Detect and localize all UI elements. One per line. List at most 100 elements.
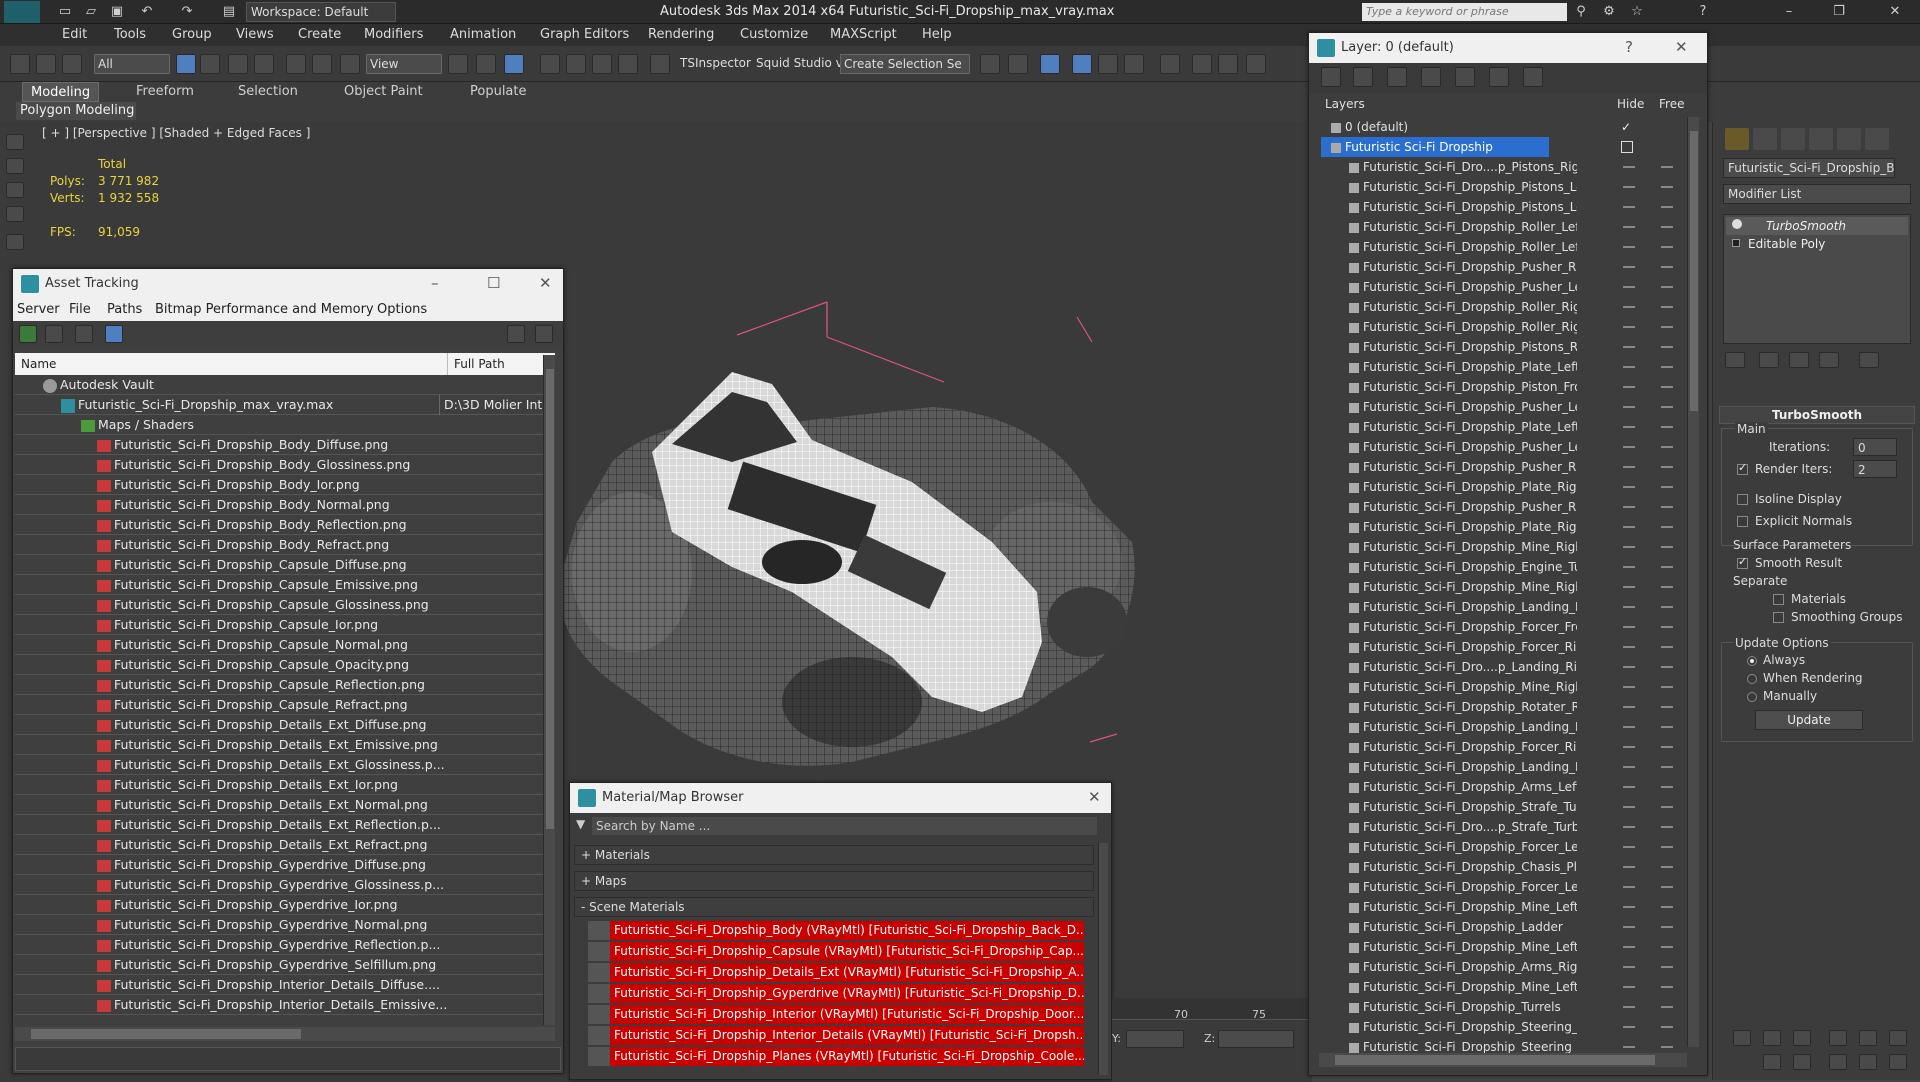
material-browser-scrollbar[interactable] — [1098, 843, 1108, 1075]
column-free[interactable]: Free — [1659, 97, 1684, 117]
close-icon[interactable]: ✕ — [1886, 3, 1904, 21]
layer-object-item[interactable]: Futuristic_Sci-Fi_Dro....p_Landing_Righ — [1321, 657, 1685, 677]
pivot-center-icon[interactable] — [448, 54, 468, 74]
pan-icon[interactable] — [1829, 1054, 1847, 1070]
layer-object-item[interactable]: Futuristic_Sci-Fi_Dropship_Roller_Left — [1321, 217, 1685, 237]
polygon-modeling-panel[interactable]: Polygon Modeling — [16, 102, 136, 120]
asset-list-scrollbar[interactable] — [543, 355, 555, 1025]
hide-toggle[interactable] — [1623, 726, 1635, 728]
move-icon[interactable] — [286, 54, 306, 74]
material-search-input[interactable]: Search by Name ... — [592, 817, 1097, 835]
freeze-toggle[interactable] — [1661, 646, 1673, 648]
menu-views[interactable]: Views — [236, 27, 274, 42]
hide-toggle[interactable] — [1623, 1006, 1635, 1008]
layer-object-item[interactable]: Futuristic_Sci-Fi_Dropship_Forcer_Lef — [1321, 877, 1685, 897]
freeze-toggle[interactable] — [1661, 206, 1673, 208]
freeze-toggle[interactable] — [1661, 506, 1673, 508]
hide-toggle[interactable] — [1623, 526, 1635, 528]
hide-toggle[interactable] — [1623, 406, 1635, 408]
section-materials[interactable]: + Materials — [574, 845, 1094, 865]
hide-toggle[interactable] — [1623, 766, 1635, 768]
list-item[interactable]: Futuristic_Sci-Fi_Dropship_Body_Refract.… — [15, 535, 543, 555]
refresh-icon[interactable] — [19, 325, 37, 343]
snaps-toggle-icon[interactable] — [540, 54, 560, 74]
freeze-toggle[interactable] — [1661, 746, 1673, 748]
named-selection-dropdown[interactable]: Create Selection Se — [840, 54, 970, 74]
freeze-toggle[interactable] — [1661, 1026, 1673, 1028]
list-item[interactable]: Futuristic_Sci-Fi_Dropship_Capsule_Opaci… — [15, 655, 543, 675]
schematic-view-icon[interactable] — [1124, 54, 1144, 74]
search-input[interactable]: Type a keyword or phrase — [1362, 3, 1567, 21]
hide-toggle[interactable] — [1623, 986, 1635, 988]
list-item[interactable]: Futuristic_Sci-Fi_Dropship_Gyperdrive_Se… — [15, 955, 543, 975]
spinner-snap-icon[interactable] — [618, 54, 638, 74]
separate-smoothing-checkbox[interactable] — [1773, 612, 1784, 623]
layer-manager-titlebar[interactable]: Layer: 0 (default) ? ✕ — [1309, 33, 1707, 63]
list-item[interactable]: Futuristic_Sci-Fi_Dropship_Details_Ext_I… — [15, 775, 543, 795]
freeze-toggle[interactable] — [1661, 786, 1673, 788]
freeze-toggle[interactable] — [1661, 866, 1673, 868]
thumbnail-view-icon[interactable] — [75, 325, 93, 343]
rendered-frame-icon[interactable] — [1218, 54, 1238, 74]
render-production-icon[interactable] — [1246, 54, 1266, 74]
column-full-path[interactable]: Full Path — [447, 353, 505, 375]
unlink-icon[interactable] — [36, 54, 56, 74]
add-to-layer-icon[interactable] — [1387, 67, 1407, 87]
material-item[interactable]: Futuristic_Sci-Fi_Dropship_Capsule (VRay… — [588, 942, 1084, 961]
hide-toggle[interactable] — [1623, 846, 1635, 848]
freeze-toggle[interactable] — [1661, 546, 1673, 548]
freeze-toggle[interactable] — [1661, 766, 1673, 768]
list-view-icon[interactable] — [45, 325, 63, 343]
list-item[interactable]: Futuristic_Sci-Fi_Dropship_Capsule_Ior.p… — [15, 615, 543, 635]
freeze-toggle[interactable] — [1661, 666, 1673, 668]
keyboard-shortcut-icon[interactable] — [504, 54, 524, 74]
layer-object-item[interactable]: Futuristic_Sci-Fi_Dropship_Turrels — [1321, 997, 1685, 1017]
material-item[interactable]: Futuristic_Sci-Fi_Dropship_Planes (VRayM… — [588, 1047, 1084, 1066]
list-item[interactable]: Futuristic_Sci-Fi_Dropship_Capsule_Norma… — [15, 635, 543, 655]
list-item[interactable]: Futuristic_Sci-Fi_Dropship_Details_Ext_D… — [15, 715, 543, 735]
hide-toggle[interactable] — [1623, 446, 1635, 448]
freeze-toggle[interactable] — [1661, 486, 1673, 488]
star-icon[interactable]: ☆ — [1628, 3, 1646, 21]
delete-layer-icon[interactable] — [1353, 67, 1373, 87]
redo-icon[interactable]: ↷ — [178, 3, 196, 21]
menu-rendering[interactable]: Rendering — [648, 27, 714, 42]
end-frame-icon[interactable] — [1793, 1030, 1811, 1046]
menu-tools[interactable]: Tools — [114, 27, 146, 42]
hide-toggle[interactable] — [1623, 166, 1635, 168]
layer-list[interactable]: 0 (default) ✓ Futuristic Sci-Fi Dropship … — [1321, 117, 1685, 1057]
hide-toggle[interactable] — [1623, 326, 1635, 328]
tsinspector-icon[interactable] — [650, 54, 670, 74]
layer-default[interactable]: 0 (default) ✓ — [1321, 117, 1685, 137]
freeze-toggle[interactable] — [1661, 1006, 1673, 1008]
curve-editor-icon[interactable] — [1098, 54, 1118, 74]
workspace-dropdown[interactable]: Workspace: Default — [246, 2, 396, 22]
material-browser-titlebar[interactable]: Material/Map Browser ✕ — [570, 783, 1111, 813]
modify-tab-icon[interactable] — [1753, 128, 1777, 150]
layer-object-item[interactable]: Futuristic_Sci-Fi_Dro....p_Pistons_Righ — [1321, 157, 1685, 177]
freeze-toggle[interactable] — [1661, 526, 1673, 528]
update-always-radio[interactable] — [1747, 656, 1757, 666]
undo-icon[interactable]: ↶ — [138, 3, 156, 21]
hide-toggle[interactable] — [1623, 626, 1635, 628]
layer-object-item[interactable]: Futuristic_Sci-Fi_Dropship_Forcer_Rigl — [1321, 737, 1685, 757]
walk-through-icon[interactable] — [1793, 1054, 1811, 1070]
layer-object-item[interactable]: Futuristic_Sci-Fi_Dropship_Mine_Right — [1321, 577, 1685, 597]
hide-toggle[interactable] — [1623, 1026, 1635, 1028]
hide-toggle[interactable] — [1623, 806, 1635, 808]
close-icon[interactable]: ✕ — [1088, 788, 1101, 806]
settings-icon[interactable] — [535, 325, 553, 343]
layer-object-item[interactable]: Futuristic_Sci-Fi_Dropship_Pusher_Lef — [1321, 397, 1685, 417]
list-item[interactable]: Maps / Shaders — [15, 415, 543, 435]
freeze-all-icon[interactable] — [1523, 67, 1543, 87]
freeze-toggle[interactable] — [1661, 626, 1673, 628]
material-item[interactable]: Futuristic_Sci-Fi_Dropship_Details_Ext (… — [588, 963, 1084, 982]
play-icon[interactable] — [1733, 1030, 1751, 1046]
connect-icon[interactable]: ⚙ — [1600, 3, 1618, 21]
hide-toggle[interactable] — [1623, 826, 1635, 828]
freeze-toggle[interactable] — [1661, 566, 1673, 568]
zoom-icon[interactable] — [1829, 1030, 1847, 1046]
update-button[interactable]: Update — [1755, 710, 1863, 730]
ribbon-toggle-icon[interactable] — [1072, 54, 1092, 74]
select-manipulate-icon[interactable] — [476, 54, 496, 74]
